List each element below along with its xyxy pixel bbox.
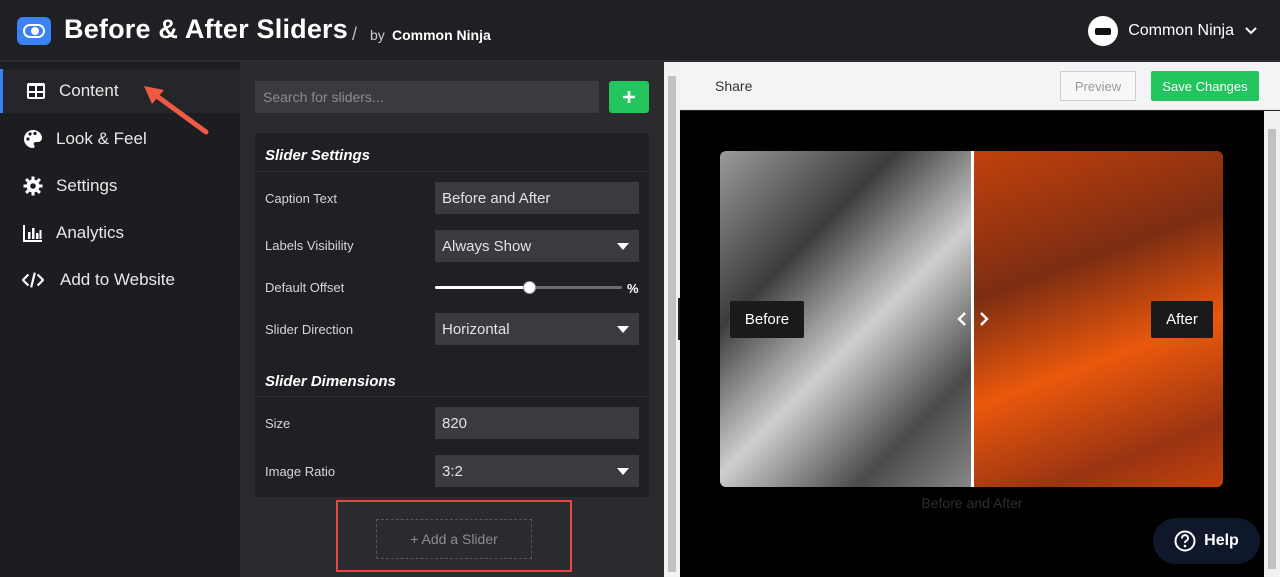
default-offset-thumb[interactable] [522,281,536,294]
after-label: After [1151,301,1213,338]
slider-caption: Before and After [921,495,1023,511]
help-label: Help [1204,532,1239,549]
top-bar: Before & After Sliders / by Common Ninja… [0,0,1280,61]
help-button[interactable]: Help [1153,518,1260,564]
slider-direction-select[interactable]: Horizontal [435,313,639,345]
brand-name: Common Ninja [392,27,491,43]
before-after-slider[interactable]: Before After [720,151,1223,487]
question-circle-icon [1174,530,1196,552]
save-changes-button[interactable]: Save Changes [1151,71,1259,101]
caret-down-icon [617,243,629,250]
bar-chart-icon [22,222,44,244]
size-field[interactable]: 820 [435,407,639,439]
sidebar-item-label: Analytics [56,223,125,242]
chevron-right-icon [980,312,989,326]
scrollbar-thumb[interactable] [668,76,676,572]
annotation-arrow-icon [144,86,209,135]
preview-button[interactable]: Preview [1060,71,1136,101]
app-title: Before & After Sliders [64,14,348,44]
scrollbar-thumb[interactable] [1268,129,1276,569]
labels-visibility-label: Labels Visibility [265,238,354,253]
plus-icon [623,91,635,103]
chevron-left-icon [957,312,966,326]
default-offset-slider[interactable] [435,281,622,294]
by-label: by [370,27,385,43]
section-title-slider-dimensions: Slider Dimensions [265,373,396,390]
section-title-slider-settings: Slider Settings [265,147,371,164]
sidebar-item-settings[interactable]: Settings [0,164,240,208]
sidebar-item-label: Look & Feel [56,129,147,148]
default-offset-label: Default Offset [265,280,345,295]
title-separator: / [352,24,358,44]
preview-scrollbar[interactable] [1264,111,1280,577]
slider-handle[interactable] [953,309,993,329]
add-slider-highlight: + Add a Slider [336,500,572,572]
caret-down-icon [617,468,629,475]
table-icon [25,80,47,102]
caption-text-field[interactable]: Before and After [435,182,639,214]
sidebar-item-label: Settings [56,176,118,195]
preview-toolbar: Share Preview Save Changes [680,62,1280,110]
user-name: Common Ninja [1128,22,1234,39]
slider-direction-label: Slider Direction [265,322,354,337]
content-panel: Slider Settings Caption Text Before and … [240,62,664,577]
caret-down-icon [617,326,629,333]
slider-direction-value: Horizontal [442,320,510,338]
settings-box: Slider Settings Caption Text Before and … [255,133,649,497]
sidebar-item-label: Add to Website [60,270,175,289]
add-button[interactable] [609,81,649,113]
size-label: Size [265,416,291,431]
caption-text-value: Before and After [442,189,551,207]
add-slider-button[interactable]: + Add a Slider [376,519,532,559]
sidebar-item-add-to-website[interactable]: Add to Website [0,258,240,302]
sidebar: Content Look & Feel Settings Analytics A… [0,62,240,577]
sidebar-item-analytics[interactable]: Analytics [0,211,240,255]
default-offset-fill [435,286,529,289]
share-link[interactable]: Share [715,78,752,94]
app-logo-icon [17,17,51,45]
preview-canvas: Before After Before and After Help [680,111,1264,577]
chevron-down-icon [1245,27,1257,35]
labels-visibility-select[interactable]: Always Show [435,230,639,262]
default-offset-unit: % [627,281,639,296]
avatar [1088,16,1119,46]
divider [255,171,649,172]
size-value: 820 [442,414,468,432]
code-icon [22,269,44,291]
image-ratio-value: 3:2 [442,462,463,480]
divider [255,396,649,397]
labels-visibility-value: Always Show [442,237,532,255]
image-ratio-label: Image Ratio [265,464,336,479]
user-menu[interactable]: Common Ninja [1088,15,1258,47]
image-ratio-select[interactable]: 3:2 [435,455,639,487]
palette-icon [22,128,44,150]
caption-text-label: Caption Text [265,191,338,206]
sidebar-item-label: Content [59,81,119,100]
search-input[interactable] [255,81,599,113]
gear-icon [22,175,44,197]
before-label: Before [730,301,804,338]
